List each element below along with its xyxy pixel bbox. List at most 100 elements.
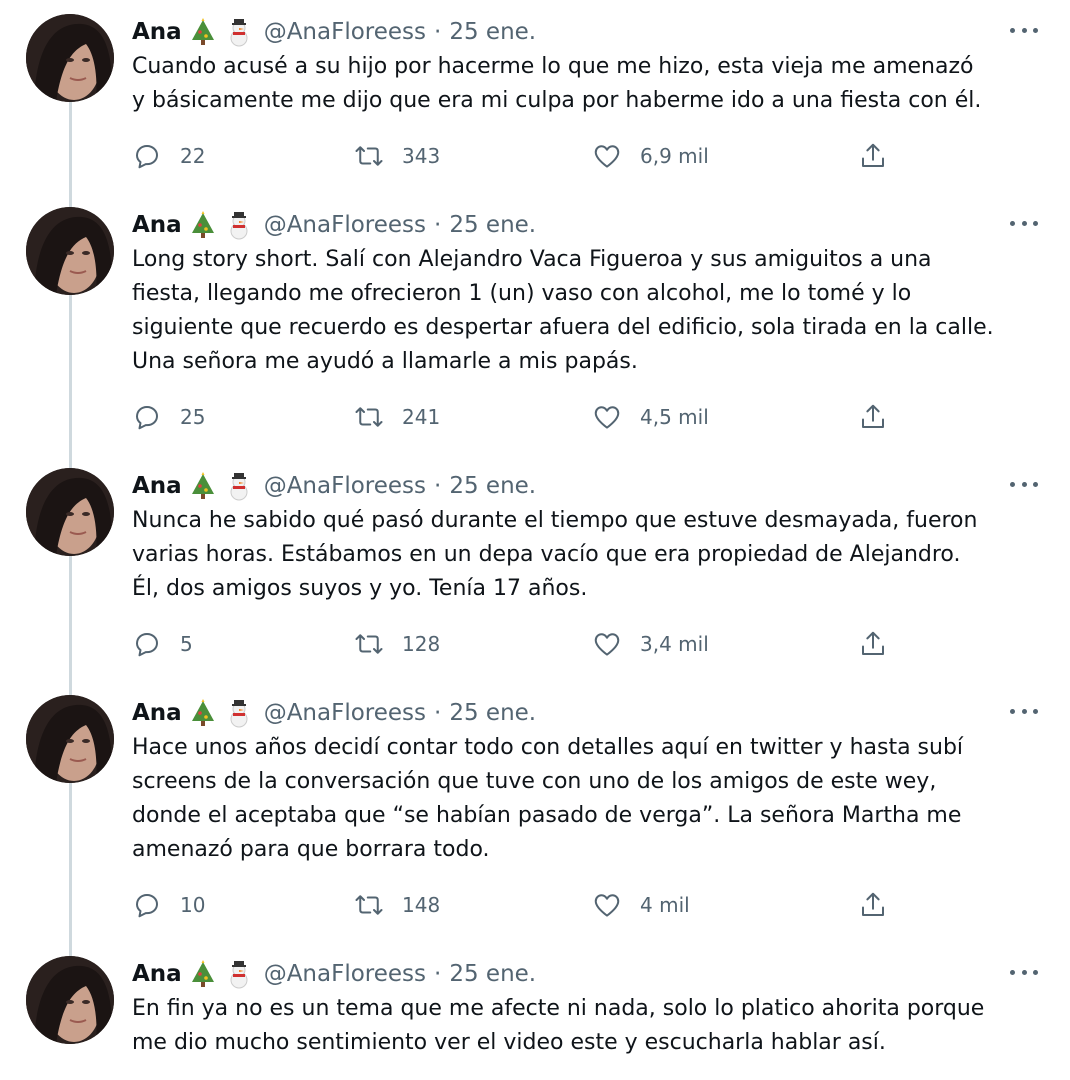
reply-count: 25 bbox=[180, 405, 206, 429]
avatar[interactable] bbox=[26, 14, 114, 102]
reply-count: 5 bbox=[180, 632, 193, 656]
avatar[interactable] bbox=[26, 207, 114, 295]
share-button[interactable] bbox=[858, 138, 888, 174]
heart-icon bbox=[594, 894, 620, 917]
more-options-icon[interactable] bbox=[1010, 18, 1038, 42]
share-button[interactable] bbox=[858, 399, 888, 435]
christmas-tree-icon bbox=[190, 960, 216, 988]
retweet-button[interactable]: 343 bbox=[354, 138, 440, 174]
tweet-header: Ana @AnaFloreess · 25 ene. bbox=[132, 697, 536, 729]
tweet-actions: 10 148 4 mil bbox=[132, 887, 912, 923]
snowman-icon bbox=[224, 210, 254, 240]
share-icon bbox=[862, 404, 884, 428]
reply-icon bbox=[136, 406, 158, 430]
more-options-icon[interactable] bbox=[1010, 211, 1038, 235]
reply-icon bbox=[136, 145, 158, 169]
retweet-icon bbox=[355, 407, 383, 427]
tweet-actions: 22 343 6,9 mil bbox=[132, 138, 912, 174]
tweet-text-line: Long story short. Salí con Alejandro Vac… bbox=[132, 247, 932, 272]
tweet-text-line: Nunca he sabido qué pasó durante el tiem… bbox=[132, 508, 978, 533]
reply-icon bbox=[136, 894, 158, 918]
tweet-date[interactable]: 25 ene. bbox=[449, 473, 536, 499]
retweet-count: 148 bbox=[402, 893, 441, 917]
christmas-tree-icon bbox=[190, 18, 216, 46]
tweet-text-line: y básicamente me dijo que era mi culpa p… bbox=[132, 88, 982, 113]
snowman-icon bbox=[224, 698, 254, 728]
separator-dot: · bbox=[434, 700, 442, 726]
like-button[interactable]: 4,5 mil bbox=[592, 399, 709, 435]
author-handle[interactable]: @AnaFloreess bbox=[264, 212, 426, 238]
share-button[interactable] bbox=[858, 626, 888, 662]
tweet-text: Hace unos años decidí contar todo con de… bbox=[132, 731, 1052, 867]
tweet-text-line: Cuando acusé a su hijo por hacerme lo qu… bbox=[132, 54, 974, 79]
like-button[interactable]: 4 mil bbox=[592, 887, 690, 923]
christmas-tree-icon bbox=[190, 211, 216, 239]
retweet-icon bbox=[355, 634, 383, 654]
reply-count: 22 bbox=[180, 144, 206, 168]
snowman-icon bbox=[224, 17, 254, 47]
tweet-text-line: amenazó para que borrara todo. bbox=[132, 837, 490, 862]
reply-button[interactable]: 5 bbox=[132, 626, 193, 662]
like-count: 4,5 mil bbox=[640, 405, 709, 429]
share-button[interactable] bbox=[858, 887, 888, 923]
author-handle[interactable]: @AnaFloreess bbox=[264, 19, 426, 45]
tweet-date[interactable]: 25 ene. bbox=[449, 700, 536, 726]
tweet-text-line: En fin ya no es un tema que me afecte ni… bbox=[132, 996, 985, 1021]
reply-count: 10 bbox=[180, 893, 206, 917]
author-name[interactable]: Ana bbox=[132, 212, 182, 238]
tweet-date[interactable]: 25 ene. bbox=[449, 961, 536, 987]
more-options-icon[interactable] bbox=[1010, 472, 1038, 496]
author-handle[interactable]: @AnaFloreess bbox=[264, 700, 426, 726]
retweet-icon bbox=[355, 146, 383, 166]
separator-dot: · bbox=[434, 961, 442, 987]
avatar[interactable] bbox=[26, 468, 114, 556]
heart-icon bbox=[594, 633, 620, 656]
separator-dot: · bbox=[434, 19, 442, 45]
more-options-icon[interactable] bbox=[1010, 960, 1038, 984]
tweet-header: Ana @AnaFloreess · 25 ene. bbox=[132, 16, 536, 48]
like-count: 6,9 mil bbox=[640, 144, 709, 168]
separator-dot: · bbox=[434, 473, 442, 499]
tweet-header: Ana @AnaFloreess · 25 ene. bbox=[132, 958, 536, 990]
retweet-button[interactable]: 241 bbox=[354, 399, 440, 435]
tweet-text: Nunca he sabido qué pasó durante el tiem… bbox=[132, 504, 1052, 606]
heart-icon bbox=[594, 145, 620, 168]
author-handle[interactable]: @AnaFloreess bbox=[264, 473, 426, 499]
reply-button[interactable]: 25 bbox=[132, 399, 205, 435]
avatar[interactable] bbox=[26, 695, 114, 783]
tweet-text-line: me dio mucho sentimiento ver el video es… bbox=[132, 1030, 886, 1055]
tweet-text-line: Una señora me ayudó a llamarle a mis pap… bbox=[132, 349, 638, 374]
tweet-text: En fin ya no es un tema que me afecte ni… bbox=[132, 992, 1052, 1060]
tweet-text-line: siguiente que recuerdo es despertar afue… bbox=[132, 315, 994, 340]
tweet-text-line: Hace unos años decidí contar todo con de… bbox=[132, 735, 964, 760]
author-name[interactable]: Ana bbox=[132, 473, 182, 499]
snowman-icon bbox=[224, 959, 254, 989]
tweet-header: Ana @AnaFloreess · 25 ene. bbox=[132, 209, 536, 241]
tweet-date[interactable]: 25 ene. bbox=[449, 19, 536, 45]
retweet-count: 128 bbox=[402, 632, 441, 656]
retweet-button[interactable]: 148 bbox=[354, 887, 440, 923]
avatar[interactable] bbox=[26, 956, 114, 1044]
author-name[interactable]: Ana bbox=[132, 19, 182, 45]
christmas-tree-icon bbox=[190, 699, 216, 727]
share-icon bbox=[862, 631, 884, 655]
tweet-text-line: varias horas. Estábamos en un depa vacío… bbox=[132, 542, 961, 567]
author-name[interactable]: Ana bbox=[132, 961, 182, 987]
author-name[interactable]: Ana bbox=[132, 700, 182, 726]
reply-button[interactable]: 10 bbox=[132, 887, 205, 923]
retweet-count: 343 bbox=[402, 144, 441, 168]
tweet-text-line: Él, dos amigos suyos y yo. Tenía 17 años… bbox=[132, 576, 588, 601]
more-options-icon[interactable] bbox=[1010, 699, 1038, 723]
reply-button[interactable]: 22 bbox=[132, 138, 205, 174]
like-button[interactable]: 3,4 mil bbox=[592, 626, 709, 662]
like-button[interactable]: 6,9 mil bbox=[592, 138, 709, 174]
retweet-button[interactable]: 128 bbox=[354, 626, 440, 662]
like-count: 3,4 mil bbox=[640, 632, 709, 656]
share-icon bbox=[862, 143, 884, 167]
tweet-actions: 5 128 3,4 mil bbox=[132, 626, 912, 662]
tweet-date[interactable]: 25 ene. bbox=[449, 212, 536, 238]
tweet-text: Cuando acusé a su hijo por hacerme lo qu… bbox=[132, 50, 1052, 118]
author-handle[interactable]: @AnaFloreess bbox=[264, 961, 426, 987]
retweet-icon bbox=[355, 895, 383, 915]
tweet-header: Ana @AnaFloreess · 25 ene. bbox=[132, 470, 536, 502]
